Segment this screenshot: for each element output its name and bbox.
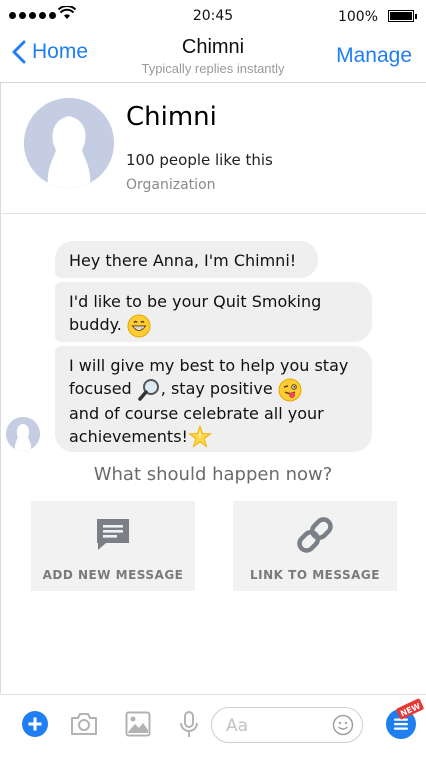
star-emoji-icon [188,425,212,448]
message-text: and of course celebrate all your [69,403,324,423]
add-new-message-button[interactable]: ADD NEW MESSAGE [31,501,195,591]
camera-icon[interactable] [70,711,98,737]
action-label: ADD NEW MESSAGE [42,568,184,582]
plus-icon[interactable] [22,711,48,737]
image-icon[interactable] [125,711,151,737]
message-composer: Aa [0,694,426,761]
message-bubble: Hey there Anna, I'm Chimni! [55,241,318,278]
message-icon [97,519,129,550]
profile-header: Chimni 100 people like this Organization [0,83,426,214]
message-text: focused [69,379,137,398]
magnifier-emoji-icon [138,378,159,401]
message-text: I'd like to be your Quit Smoking [69,292,322,311]
link-icon [297,517,333,553]
emoji-smile-icon[interactable] [332,714,354,736]
sender-avatar [6,417,40,451]
likes-count: 100 people like this [126,151,273,169]
new-badge-icon: NEW [396,698,424,720]
microphone-icon[interactable] [179,711,199,739]
message-bubble: I'd like to be your Quit Smoking buddy. [55,282,372,342]
person-silhouette-icon [6,417,40,451]
message-input[interactable]: Aa [211,707,363,743]
person-silhouette-icon [24,98,114,188]
next-step-prompt: What should happen now? [93,464,333,485]
message-text: Hey there Anna, I'm Chimni! [69,251,297,270]
message-text: I will give my best to help you stay [69,356,349,375]
message-bubble: I will give my best to help you stay foc… [55,346,372,452]
avatar[interactable] [24,98,114,188]
message-text: achievements! [69,426,188,446]
profile-name: Chimni [126,102,217,132]
battery-percent: 100% [337,9,378,25]
page-category: Organization [126,177,216,193]
manage-button[interactable]: Manage [336,44,412,68]
new-badge-text: NEW [399,701,422,718]
nav-bar: Home Chimni Typically replies instantly … [0,32,426,83]
message-text: buddy. [69,315,122,334]
input-placeholder: Aa [226,716,249,736]
action-label: LINK TO MESSAGE [250,568,380,582]
winking-tongue-emoji-icon [278,378,302,401]
battery-icon [388,10,417,22]
link-to-message-button[interactable]: LINK TO MESSAGE [233,501,397,591]
message-text: , stay positive [160,379,278,398]
grinning-emoji-icon [127,314,151,337]
status-bar: 20:45 100% [0,0,426,32]
